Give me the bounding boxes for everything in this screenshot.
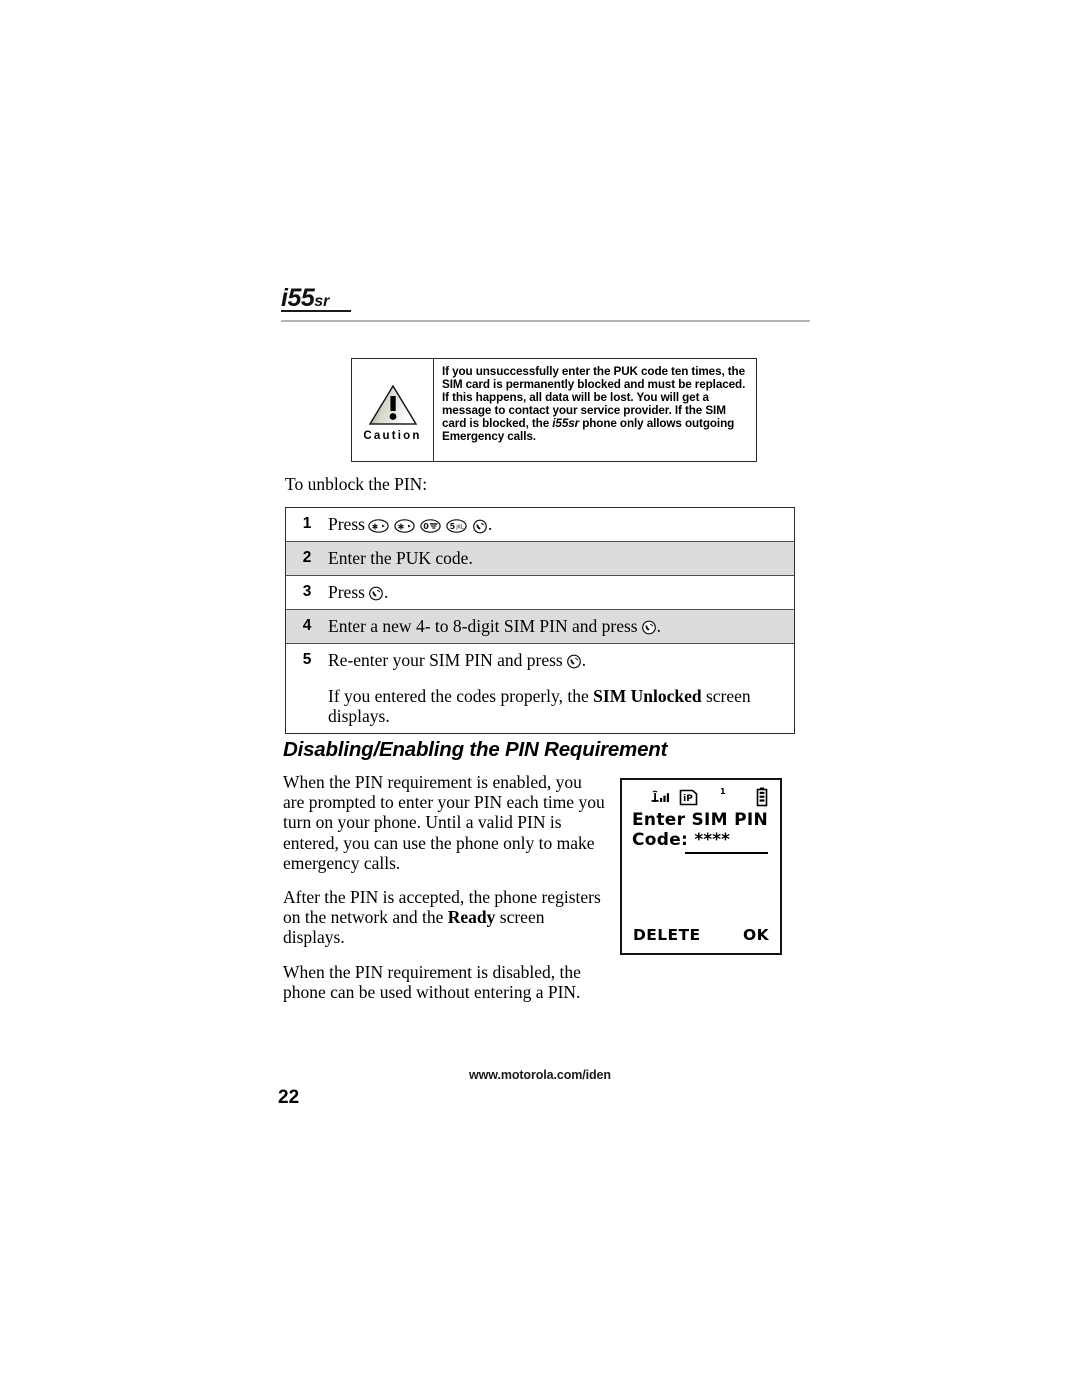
step-number: 5: [302, 651, 312, 668]
header-divider: [281, 320, 810, 322]
caution-label: Caution: [363, 429, 422, 442]
caution-text-cell: If you unsuccessfully enter the PUK code…: [434, 359, 756, 461]
paragraph-2-bold: Ready: [447, 907, 496, 928]
steps-note: If you entered the codes properly, the S…: [328, 670, 784, 726]
page-header: i55sr: [281, 286, 811, 312]
page-number: 22: [278, 1087, 300, 1108]
key-glyph-group: [641, 620, 657, 635]
battery-icon: [756, 787, 768, 811]
product-logo-main: i55: [281, 284, 315, 312]
step-text-after: .: [487, 514, 493, 534]
svg-text:JKL: JKL: [455, 525, 464, 531]
steps-note-bold: SIM Unlocked: [593, 686, 702, 706]
ip-badge-icon: iP: [679, 788, 699, 811]
key-glyph-group: ✱ ✱ 0 5 JKL: [368, 519, 488, 534]
phone-code-line: Code: ****: [632, 830, 730, 850]
paragraph-3: When the PIN requirement is disabled, th…: [283, 961, 581, 1002]
status-indicator-number: 1: [720, 787, 726, 796]
table-row: 5 Re-enter your SIM PIN and press. If yo…: [286, 644, 794, 733]
product-logo: i55sr: [281, 286, 811, 311]
step-text-before: Enter the PUK code.: [328, 548, 473, 568]
step-number: 2: [302, 549, 312, 566]
table-row: 1 Press ✱ ✱ 0 5 JKL.: [286, 508, 794, 542]
step-text: Enter a new 4- to 8-digit SIM PIN and pr…: [328, 610, 794, 643]
step-text-before: Press: [328, 514, 365, 534]
phone-code-value: ****: [694, 830, 730, 850]
section-heading: Disabling/Enabling the PIN Requirement: [283, 738, 668, 761]
table-row: 3 Press.: [286, 576, 794, 610]
step-text-before: Press: [328, 582, 365, 602]
send-key-icon: [566, 654, 582, 669]
step-text: Enter the PUK code.: [328, 542, 794, 575]
svg-text:0: 0: [423, 522, 429, 531]
send-key-icon: [472, 519, 488, 534]
caution-icon-cell: Caution: [352, 359, 434, 461]
manual-page: i55sr Caution If you unsuccessfully ente…: [0, 0, 1080, 1397]
steps-note-part1: If you entered the codes properly, the: [328, 686, 594, 706]
key-glyph-group: [368, 586, 384, 601]
intro-text: To unblock the PIN:: [285, 474, 428, 494]
step-text: Press ✱ ✱ 0 5 JKL.: [328, 508, 794, 541]
send-key-icon: [368, 586, 384, 601]
caution-message: If you unsuccessfully enter the PUK code…: [442, 365, 748, 444]
softkey-delete[interactable]: DELETE: [633, 926, 700, 944]
warning-triangle-icon: [368, 384, 417, 425]
step-number: 1: [302, 515, 312, 532]
caution-message-product: i55sr: [552, 417, 580, 431]
key-glyph-group: [566, 654, 582, 669]
step-text-after: .: [383, 582, 389, 602]
caution-box: Caution If you unsuccessfully enter the …: [351, 358, 757, 462]
step-number: 4: [302, 617, 312, 634]
step-text-after: .: [581, 650, 587, 670]
svg-text:✱: ✱: [372, 522, 379, 531]
phone-code-label: Code:: [632, 830, 689, 850]
phone-softkey-bar: DELETE OK: [622, 926, 780, 944]
step-text-after: .: [656, 616, 661, 636]
phone-screen-illustration: iP 1 Enter SIM PIN Code: **** DELETE OK: [620, 778, 782, 955]
step-text-before: Re-enter your SIM PIN and press: [328, 650, 563, 670]
signal-strength-icon: [648, 788, 674, 811]
phone-prompt-line: Enter SIM PIN: [632, 810, 768, 830]
footer-url: www.motorola.com/iden: [469, 1068, 611, 1082]
svg-text:iP: iP: [683, 794, 693, 804]
paragraph-2-part1: After the PIN is accepted, the phone reg…: [283, 887, 601, 928]
five-key-icon: 5 JKL: [446, 519, 467, 533]
step-text: Press.: [328, 576, 794, 609]
step-number: 3: [302, 583, 312, 600]
step-text: Re-enter your SIM PIN and press. If you …: [328, 644, 794, 733]
steps-table: 1 Press ✱ ✱ 0 5 JKL. 2 Enter the PUK code. 3 …: [285, 507, 795, 734]
send-key-icon: [641, 620, 657, 635]
zero-key-icon: 0: [420, 519, 441, 533]
paragraph-2: After the PIN is accepted, the phone reg…: [283, 887, 605, 948]
phone-status-bar: iP 1: [622, 786, 780, 808]
table-row: 4 Enter a new 4- to 8-digit SIM PIN and …: [286, 610, 794, 644]
step-text-before: Enter a new 4- to 8-digit SIM PIN and pr…: [328, 616, 638, 636]
paragraph-1: When the PIN requirement is enabled, you…: [283, 772, 605, 873]
star-key-icon: ✱: [394, 519, 415, 533]
svg-text:✱: ✱: [398, 522, 405, 531]
softkey-ok[interactable]: OK: [743, 926, 769, 944]
table-row: 2 Enter the PUK code.: [286, 542, 794, 576]
svg-text:5: 5: [450, 522, 456, 531]
star-key-icon: ✱: [368, 519, 389, 533]
product-logo-suffix: sr: [314, 293, 330, 310]
phone-code-underline: [685, 852, 768, 854]
body-text-column: When the PIN requirement is enabled, you…: [283, 772, 605, 1002]
